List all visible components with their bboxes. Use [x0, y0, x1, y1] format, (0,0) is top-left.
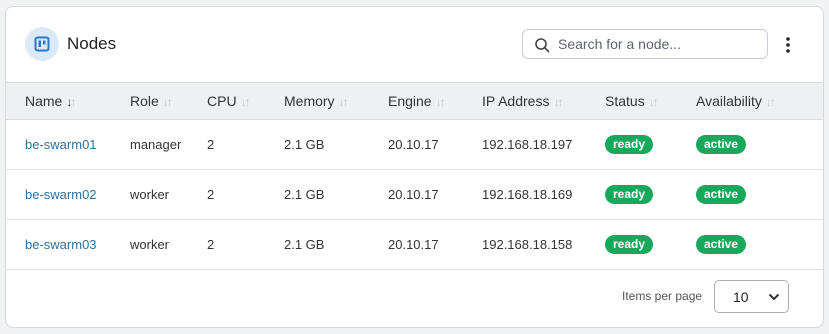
column-header-availability[interactable]: Availability ↓↑ [696, 93, 776, 109]
node-engine: 20.10.17 [388, 137, 439, 152]
node-cpu: 2 [207, 187, 215, 202]
search-box[interactable] [522, 29, 768, 59]
node-name-link[interactable]: be-swarm03 [25, 237, 97, 252]
column-header-ip-address[interactable]: IP Address ↓↑ [482, 93, 563, 109]
column-header-name[interactable]: Name ↓↑ [25, 93, 76, 109]
status-badge: ready [605, 235, 654, 254]
node-ip-address: 192.168.18.169 [482, 187, 573, 202]
node-name-link[interactable]: be-swarm01 [25, 137, 97, 152]
node-name-link[interactable]: be-swarm02 [25, 187, 97, 202]
column-header-memory[interactable]: Memory ↓↑ [284, 93, 349, 109]
availability-badge: active [696, 135, 747, 154]
sort-icon: ↓↑ [435, 95, 446, 109]
node-role: worker [130, 187, 170, 202]
sort-icon: ↓↑ [648, 95, 659, 109]
availability-badge: active [696, 185, 747, 204]
node-cpu: 2 [207, 237, 215, 252]
sort-icon: ↓↑ [553, 95, 563, 109]
table-row: be-swarm02 worker 2 2.1 GB 20.10.17 192.… [6, 170, 823, 220]
node-role: manager [130, 137, 182, 152]
column-header-engine[interactable]: Engine ↓↑ [388, 93, 446, 109]
node-role: worker [130, 237, 170, 252]
node-memory: 2.1 GB [284, 187, 325, 202]
docker-node-icon [25, 27, 59, 61]
search-icon [535, 38, 550, 53]
column-header-role[interactable]: Role ↓↑ [130, 93, 173, 109]
nodes-panel: Nodes Name↓↑ Role↓↑ CPU↓↑ Memory↓↑ E [5, 6, 824, 328]
more-vertical-icon[interactable] [783, 36, 793, 54]
sort-icon: ↓↑ [240, 95, 251, 109]
sort-icon: ↓↑ [162, 95, 173, 109]
table-row: be-swarm01 manager 2 2.1 GB 20.10.17 192… [6, 120, 823, 170]
items-per-page-label: Items per page [622, 289, 703, 303]
node-ip-address: 192.168.18.197 [482, 137, 573, 152]
status-badge: ready [605, 135, 654, 154]
page-title: Nodes [67, 34, 117, 53]
node-cpu: 2 [207, 137, 215, 152]
availability-badge: active [696, 235, 747, 254]
items-per-page-select[interactable]: 10 [714, 280, 789, 313]
status-badge: ready [605, 185, 654, 204]
table-header: Name ↓↑ Role ↓↑ CPU ↓↑ Memory ↓↑ Engine ↓↑ IP… [6, 82, 823, 120]
column-header-status[interactable]: Status ↓↑ [605, 93, 659, 109]
node-memory: 2.1 GB [284, 237, 325, 252]
chevron-down-icon [768, 293, 780, 301]
sort-descending-icon: ↓↑ [66, 95, 76, 109]
panel-header: Nodes [6, 7, 823, 82]
node-engine: 20.10.17 [388, 237, 439, 252]
node-ip-address: 192.168.18.158 [482, 237, 573, 252]
column-header-cpu[interactable]: CPU ↓↑ [207, 93, 251, 109]
sort-icon: ↓↑ [338, 95, 349, 109]
sort-icon: ↓↑ [765, 95, 776, 109]
search-input[interactable] [556, 34, 761, 54]
table-row: be-swarm03 worker 2 2.1 GB 20.10.17 192.… [6, 220, 823, 270]
items-per-page-value: 10 [733, 289, 749, 305]
node-memory: 2.1 GB [284, 137, 325, 152]
node-engine: 20.10.17 [388, 187, 439, 202]
